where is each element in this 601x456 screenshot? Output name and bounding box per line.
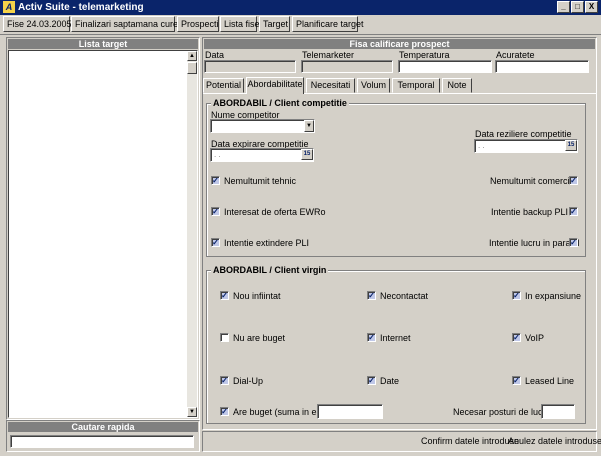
data-field	[204, 60, 296, 73]
are-buget-label: Are buget (suma in euro	[233, 407, 330, 417]
chevron-down-icon[interactable]: ▼	[304, 120, 314, 132]
toolbar-button-fise[interactable]: Fise 24.03.2005	[3, 16, 72, 32]
tab-abordabilitate[interactable]: Abordabilitate	[246, 77, 304, 94]
reziliere-label: Data reziliere competitie	[475, 129, 572, 139]
data-label: Data	[205, 50, 225, 60]
checkbox-voip[interactable]: ✓	[512, 333, 521, 342]
quick-search-input[interactable]	[10, 435, 194, 448]
toolbar-button-prospecti[interactable]: Prospecti	[177, 16, 219, 32]
tab-note[interactable]: Note	[442, 78, 472, 93]
checkbox-internet[interactable]: ✓	[367, 333, 376, 342]
acuratete-field[interactable]	[495, 60, 589, 73]
checkbox-extindere-pli[interactable]: ✓	[211, 238, 220, 247]
competitie-group-title: ABORDABIL / Client competitie	[211, 98, 349, 108]
nume-competitor-select[interactable]: ▼	[210, 119, 315, 133]
leased-line-label: Leased Line	[525, 376, 575, 386]
checkbox-are-buget[interactable]: ✓	[220, 407, 229, 416]
app-logo-icon: A	[3, 1, 15, 13]
cancel-button[interactable]: Anulez datele introduse	[508, 436, 601, 446]
checkbox-in-expansiune[interactable]: ✓	[512, 291, 521, 300]
tab-temporal[interactable]: Temporal	[392, 78, 440, 93]
temperatura-field[interactable]	[398, 60, 492, 73]
target-list[interactable]: ▲ ▼	[8, 50, 198, 418]
acuratete-label: Acuratete	[496, 50, 535, 60]
nu-are-buget-label: Nu are buget	[233, 333, 286, 343]
checkbox-nou-infiintat[interactable]: ✓	[220, 291, 229, 300]
expirare-date-field[interactable]: . . 15	[210, 148, 314, 162]
checkbox-dial-up[interactable]: ✓	[220, 376, 229, 385]
prospect-form-header: Fisa calificare prospect	[204, 39, 595, 49]
checkbox-interesat-oferta[interactable]: ✓	[211, 207, 220, 216]
scroll-down-icon[interactable]: ▼	[187, 407, 197, 417]
toolbar: Fise 24.03.2005 Finalizari saptamana cur…	[0, 15, 601, 35]
internet-label: Internet	[380, 333, 411, 343]
checkbox-date[interactable]: ✓	[367, 376, 376, 385]
checkbox-leased-line[interactable]: ✓	[512, 376, 521, 385]
checkbox-nemultumit-tehnic[interactable]: ✓	[211, 176, 220, 185]
buget-suma-input[interactable]	[317, 404, 383, 419]
virgin-group-title: ABORDABIL / Client virgin	[211, 265, 329, 275]
telemarketer-field	[301, 60, 393, 73]
maximize-button[interactable]: □	[571, 1, 584, 13]
necontactat-label: Necontactat	[380, 291, 429, 301]
date-label: Date	[380, 376, 400, 386]
interesat-oferta-label: Interesat de oferta EWRo	[224, 207, 326, 217]
checkbox-nemultumit-comercial[interactable]: ✓	[569, 176, 578, 185]
confirm-button[interactable]: Confirm datele introduse	[421, 436, 519, 446]
close-button[interactable]: X	[585, 1, 598, 13]
scroll-thumb[interactable]	[187, 62, 197, 74]
dial-up-label: Dial-Up	[233, 376, 264, 386]
checkbox-nu-are-buget[interactable]	[220, 333, 229, 342]
nemultumit-tehnic-label: Nemultumit tehnic	[224, 176, 297, 186]
checkbox-necontactat[interactable]: ✓	[367, 291, 376, 300]
lucru-paralel-label: Intentie lucru in paralel	[489, 238, 580, 248]
minimize-button[interactable]: _	[557, 1, 570, 13]
toolbar-button-lista-fise[interactable]: Lista fise	[220, 16, 260, 32]
nemultumit-comercial-label: Nemultumit comercial	[490, 176, 577, 186]
reziliere-date-field[interactable]: . . 15	[474, 139, 578, 153]
extindere-pli-label: Intentie extindere PLI	[224, 238, 310, 248]
toolbar-button-planificare[interactable]: Planificare target	[292, 16, 364, 32]
calendar-icon[interactable]: 15	[301, 149, 313, 160]
target-list-scrollbar[interactable]: ▲ ▼	[187, 51, 197, 417]
temperatura-label: Temperatura	[399, 50, 450, 60]
checkbox-lucru-paralel[interactable]: ✓	[569, 238, 578, 247]
window-title: Activ Suite - telemarketing	[18, 2, 144, 13]
necesar-posturi-input[interactable]	[541, 404, 575, 419]
tab-potential[interactable]: Potential	[203, 78, 244, 93]
toolbar-button-target[interactable]: Target	[259, 16, 290, 32]
telemarketer-label: Telemarketer	[302, 50, 355, 60]
quick-search-header: Cautare rapida	[8, 422, 198, 432]
calendar-icon[interactable]: 15	[565, 140, 577, 151]
tab-volum[interactable]: Volum	[357, 78, 390, 93]
in-expansiune-label: In expansiune	[525, 291, 582, 301]
title-bar: A Activ Suite - telemarketing _ □ X	[0, 0, 601, 15]
scroll-up-icon[interactable]: ▲	[187, 51, 197, 61]
voip-label: VoIP	[525, 333, 545, 343]
target-list-header: Lista target	[8, 39, 198, 49]
toolbar-button-finalizari[interactable]: Finalizari saptamana curenta	[71, 16, 191, 32]
necesar-posturi-label: Necesar posturi de lucru	[453, 407, 551, 417]
tab-necesitati[interactable]: Necesitati	[306, 78, 355, 93]
backup-pli-label: Intentie backup PLI	[491, 207, 569, 217]
nou-infiintat-label: Nou infiintat	[233, 291, 281, 301]
checkbox-backup-pli[interactable]: ✓	[569, 207, 578, 216]
